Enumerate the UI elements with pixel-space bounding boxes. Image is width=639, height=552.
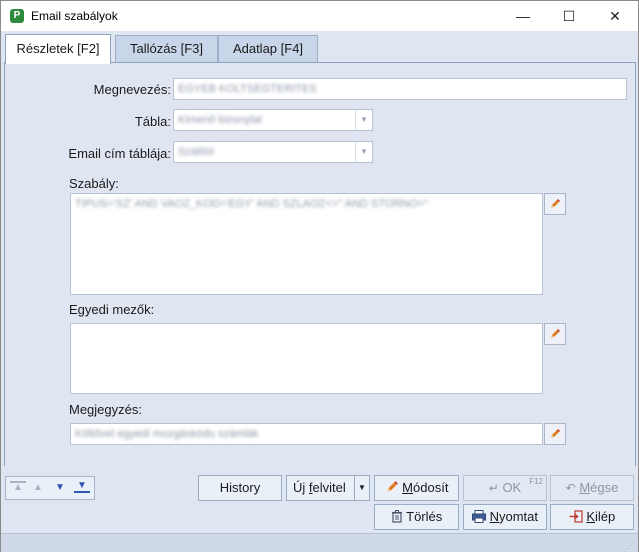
ok-button[interactable]: ↵ OK F12: [463, 475, 547, 501]
trash-icon: [391, 510, 402, 523]
email-tabla-label: Email cím táblája:: [68, 146, 171, 161]
details-panel: Megnevezés: EGYEB KOLTSEGTERITES Tábla: …: [4, 62, 636, 467]
torles-button[interactable]: Törlés: [374, 504, 459, 530]
tab-tallozas[interactable]: Tallózás [F3]: [115, 35, 218, 62]
tab-adatlap[interactable]: Adatlap [F4]: [218, 35, 318, 62]
megjegyzes-input[interactable]: Költővel egyedi mozgáskódu számlák: [70, 423, 543, 445]
title-bar: P Email szabályok — ☐ ✕: [1, 1, 638, 31]
megnevezes-input[interactable]: EGYEB KOLTSEGTERITES: [173, 78, 627, 100]
megjegyzes-label: Megjegyzés:: [69, 402, 142, 417]
enter-icon: ↵: [488, 481, 499, 495]
dropdown-arrow-icon[interactable]: ▼: [354, 476, 369, 500]
maximize-button[interactable]: ☐: [546, 1, 592, 31]
szabaly-textarea[interactable]: TIPUS='SZ' AND VAOZ_KOD='EGY' AND SZLAOZ…: [70, 193, 543, 295]
egyedi-mezok-edit-button[interactable]: [544, 323, 566, 345]
resize-grip-icon[interactable]: ⋰: [626, 540, 636, 550]
exit-icon: [569, 510, 583, 523]
tab-strip: Részletek [F2] Tallózás [F3] Adatlap [F4…: [1, 31, 638, 64]
prev-record-icon[interactable]: ▲: [30, 481, 46, 495]
pencil-icon: [551, 329, 560, 338]
szabaly-label: Szabály:: [69, 176, 119, 191]
button-bar: ▲ ▲ ▼ ▼ History Új felvitel ▼ Módosít ↵ …: [1, 466, 638, 536]
nyomtat-button[interactable]: Nyomtat: [463, 504, 547, 530]
window-title: Email szabályok: [31, 9, 118, 23]
kilep-button[interactable]: Kilép: [550, 504, 634, 530]
egyedi-mezok-textarea[interactable]: [70, 323, 543, 394]
chevron-down-icon[interactable]: ▼: [355, 142, 372, 162]
pencil-icon: [551, 199, 560, 208]
last-record-icon[interactable]: ▼: [74, 481, 90, 493]
megjegyzes-edit-button[interactable]: [544, 423, 566, 445]
pencil-icon: [551, 429, 560, 438]
app-logo-icon: P: [10, 9, 24, 23]
tabla-label: Tábla:: [134, 114, 171, 129]
app-window: P Email szabályok — ☐ ✕ Részletek [F2] T…: [0, 0, 639, 552]
history-button[interactable]: History: [198, 475, 282, 501]
uj-felvitel-button[interactable]: Új felvitel ▼: [286, 475, 370, 501]
szabaly-edit-button[interactable]: [544, 193, 566, 215]
minimize-button[interactable]: —: [500, 1, 546, 31]
first-record-icon[interactable]: ▲: [10, 481, 26, 493]
modosit-button[interactable]: Módosít: [374, 475, 459, 501]
chevron-down-icon[interactable]: ▼: [355, 110, 372, 130]
megnevezes-label: Megnevezés:: [93, 82, 171, 97]
next-record-icon[interactable]: ▼: [52, 481, 68, 495]
megse-button[interactable]: ↶ Mégse: [550, 475, 634, 501]
printer-icon: [471, 510, 486, 523]
status-bar: ⋰: [1, 533, 638, 552]
egyedi-mezok-label: Egyedi mezők:: [69, 302, 155, 317]
email-tabla-combobox[interactable]: Szállító ▼: [173, 141, 373, 163]
ok-hotkey: F12: [529, 477, 543, 486]
close-button[interactable]: ✕: [592, 1, 638, 31]
record-navigator: ▲ ▲ ▼ ▼: [5, 476, 95, 500]
tab-reszletek[interactable]: Részletek [F2]: [5, 34, 111, 64]
pencil-icon: [386, 481, 398, 492]
tabla-combobox[interactable]: Kimenő bizonylat ▼: [173, 109, 373, 131]
undo-icon: ↶: [565, 481, 576, 495]
